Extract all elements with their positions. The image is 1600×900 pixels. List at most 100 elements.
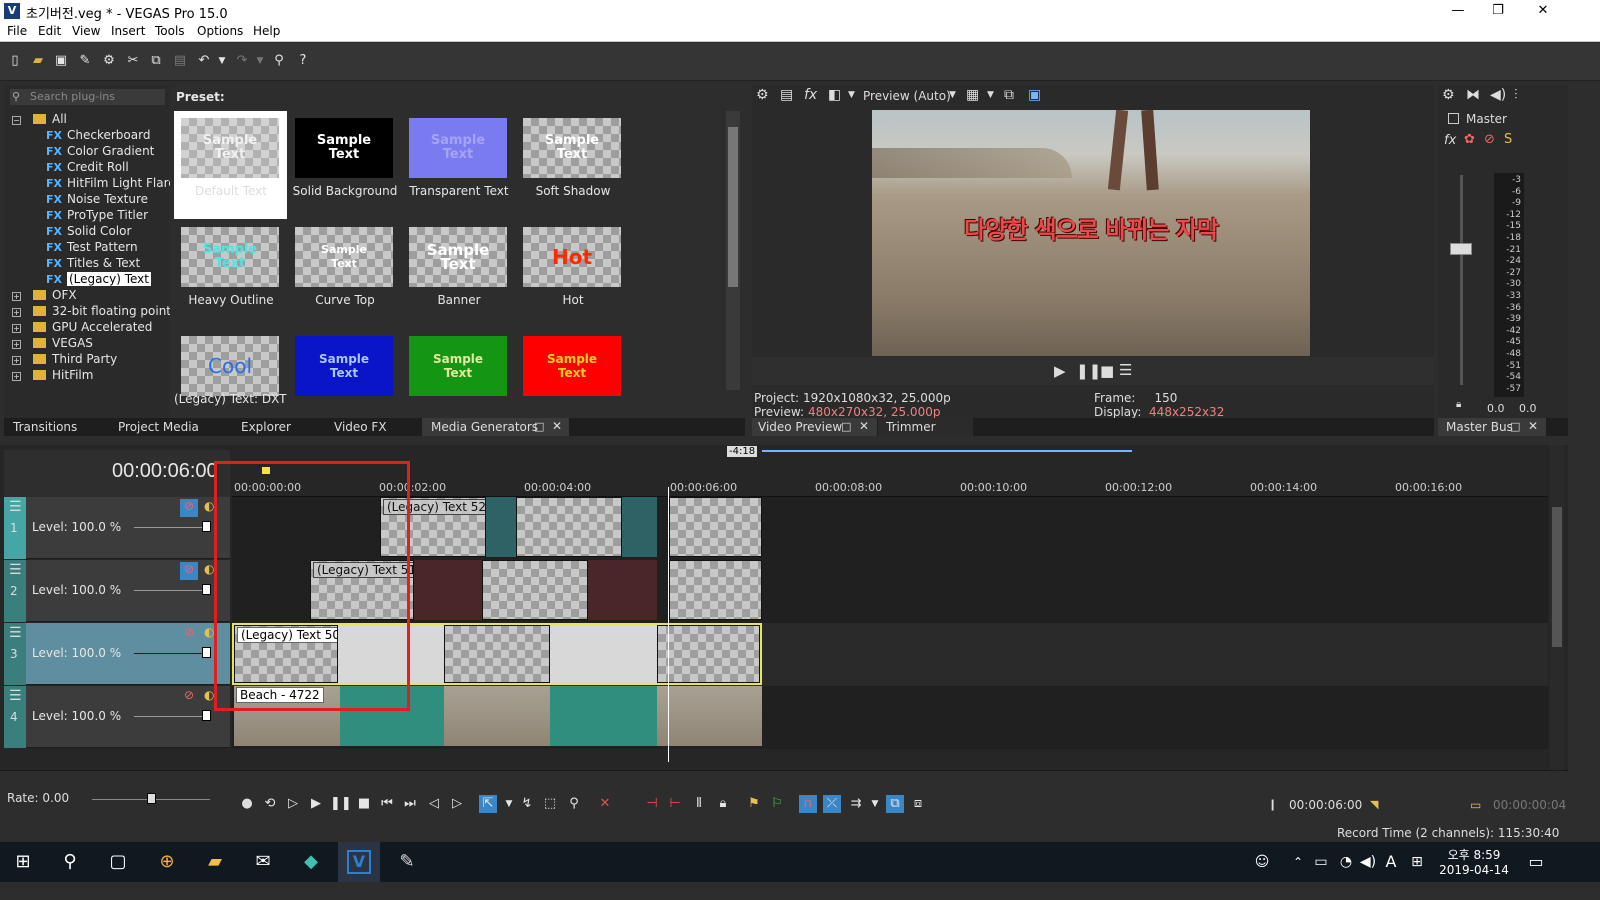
undo-icon[interactable]: ↶ [195,52,213,70]
plugin-search-input[interactable]: Search plug-ins [10,89,165,105]
downmix-icon[interactable]: ⧓ [1466,87,1480,103]
tab-trimmer[interactable]: Trimmer [878,418,973,436]
play-icon[interactable]: ▶ [1054,362,1066,380]
level-slider[interactable] [134,716,204,717]
tree-item-test-pattern[interactable]: FX Test Pattern [12,240,172,256]
undock-icon[interactable]: □ [534,420,544,433]
fx-icon[interactable]: fx [804,87,817,103]
close-icon[interactable]: ✕ [552,419,562,433]
store-icon[interactable]: ⊕ [155,850,179,874]
auto-ripple-icon[interactable]: ⇉ [847,795,865,813]
ignore-grouping-icon[interactable]: ⧈ [909,795,927,813]
gear-icon[interactable]: ⚙ [756,87,769,103]
preset-red[interactable]: Sample Text [516,329,629,396]
next-frame-icon[interactable]: ▷ [448,795,466,813]
cut-icon[interactable]: ✂ [124,52,142,70]
tab-project-media[interactable]: Project Media [118,420,199,434]
tree-item-titles-text[interactable]: FX Titles & Text [12,256,172,272]
external-monitor-icon[interactable]: ▤ [780,87,793,103]
redo-dropdown-icon[interactable]: ▼ [251,52,269,70]
insert-marker-icon[interactable]: ⚑ [745,795,763,813]
mute-icon[interactable]: ⊘ [1484,132,1495,147]
insert-region-icon[interactable]: ⚐ [768,795,786,813]
timeline-ruler[interactable]: -4:18 00:00:00:00 00:00:02:00 00:00:04:0… [232,445,1548,497]
level-slider-handle[interactable] [202,710,211,721]
korean-ime-icon[interactable]: ⊞ [1405,850,1429,874]
clip-legacy-text-52[interactable] [516,497,622,557]
pause-icon[interactable]: ❚❚ [330,795,352,813]
properties-gear-icon[interactable]: ⚙ [100,52,118,70]
go-to-start-icon[interactable]: ⏮ [378,795,396,813]
snapping-icon[interactable]: ∩ [799,795,817,813]
track-header-3[interactable]: 3 ☰ ⊘ ◐ Level: 100.0 % [4,623,230,685]
track-header-2[interactable]: 2 ☰ ⊘ ◐ Level: 100.0 % [4,560,230,622]
clip-crossfade[interactable] [550,625,657,683]
solo-icon[interactable]: ◐ [204,625,214,639]
selection-tool-icon[interactable]: ⬚ [541,795,559,813]
stop-icon[interactable]: ■ [1100,362,1114,380]
render-icon[interactable]: ✎ [76,52,94,70]
menu-options[interactable]: Options [197,24,243,38]
chevron-down-icon[interactable]: ▼ [848,90,855,100]
close-icon[interactable]: ✕ [1528,419,1538,433]
scrollbar-thumb[interactable] [728,127,738,287]
preset-cool[interactable]: Cool [174,329,287,396]
menu-tools[interactable]: Tools [155,24,185,38]
tree-item-vegas[interactable]: + VEGAS [12,336,172,352]
menu-file[interactable]: File [7,24,27,38]
whats-this-icon[interactable]: ⚲ [270,52,288,70]
clip-crossfade[interactable] [550,686,657,746]
tab-video-preview[interactable]: Video Preview □ ✕ [752,418,877,436]
lock-icon[interactable]: 🔒︎ [714,795,732,813]
preset-curve-top[interactable]: Sample Text Curve Top [288,220,401,328]
stop-icon[interactable]: ■ [355,795,373,813]
tab-master-bus[interactable]: Master Bus □ ✕ [1438,418,1546,436]
tree-item-credit-roll[interactable]: FX Credit Roll [12,160,172,176]
clip-legacy-text-51[interactable] [482,560,588,620]
preset-hot[interactable]: Hot Hot [516,220,629,328]
play-icon[interactable]: ▶ [307,795,325,813]
redo-icon[interactable]: ↷ [233,52,251,70]
mail-icon[interactable]: ✉ [251,850,275,874]
file-explorer-icon[interactable]: ▰ [203,850,227,874]
tree-item-solid-color[interactable]: FX Solid Color [12,224,172,240]
master-checkbox[interactable] [1448,113,1459,124]
undo-dropdown-icon[interactable]: ▼ [213,52,231,70]
mute-icon[interactable]: ⊘ [184,625,194,639]
new-file-icon[interactable]: ▯ [6,52,24,70]
copy-icon[interactable]: ⧉ [147,52,165,70]
split-screen-icon[interactable]: ◧ [828,87,841,103]
tab-media-generators[interactable]: Media Generators □ ✕ [422,418,569,436]
save-icon[interactable]: ▣ [52,52,70,70]
clock-date[interactable]: 2019-04-14 [1438,863,1510,877]
chevron-down-icon[interactable]: ▼ [866,795,884,813]
solo-icon[interactable]: ◐ [204,499,214,513]
level-slider[interactable] [134,653,204,654]
task-view-icon[interactable]: ▢ [106,850,130,874]
record-icon[interactable]: ● [238,795,256,813]
cursor-time[interactable]: 00:00:06:00 [1289,798,1362,812]
trim-end-icon[interactable]: ⊢ [666,795,684,813]
ime-indicator[interactable]: A [1379,850,1403,874]
split-icon[interactable]: ⫴ [690,795,708,813]
mute-icon[interactable]: ⊘ [184,688,194,702]
track-menu-icon[interactable]: ☰ [9,499,22,515]
tree-item-checkerboard[interactable]: FX Checkerboard [12,128,172,144]
chevron-up-icon[interactable]: ⌃ [1286,850,1310,874]
go-to-end-icon[interactable]: ⏭ [401,795,419,813]
paint-icon[interactable]: ✎ [395,850,419,874]
clip-beach-video[interactable] [657,686,762,746]
clip-crossfade[interactable] [588,560,657,620]
zoom-tool-icon[interactable]: ⚲ [565,795,583,813]
solo-icon[interactable]: ◐ [204,688,214,702]
tree-item-legacy-text[interactable]: FX (Legacy) Text [12,272,172,288]
search-icon[interactable]: ⚲ [58,850,82,874]
track-menu-icon[interactable]: ☰ [9,688,22,704]
play-from-start-icon[interactable]: ▷ [284,795,302,813]
lock-envelopes-icon[interactable]: ⧉ [886,795,904,813]
notification-icon[interactable]: ▭ [1524,850,1548,874]
gear-icon[interactable]: ⚙ [1442,87,1455,103]
preset-heavy-outline[interactable]: Sample Text Heavy Outline [174,220,287,328]
normal-edit-tool-icon[interactable]: ⇱ [479,795,497,813]
clip-legacy-text-51[interactable] [669,560,762,620]
